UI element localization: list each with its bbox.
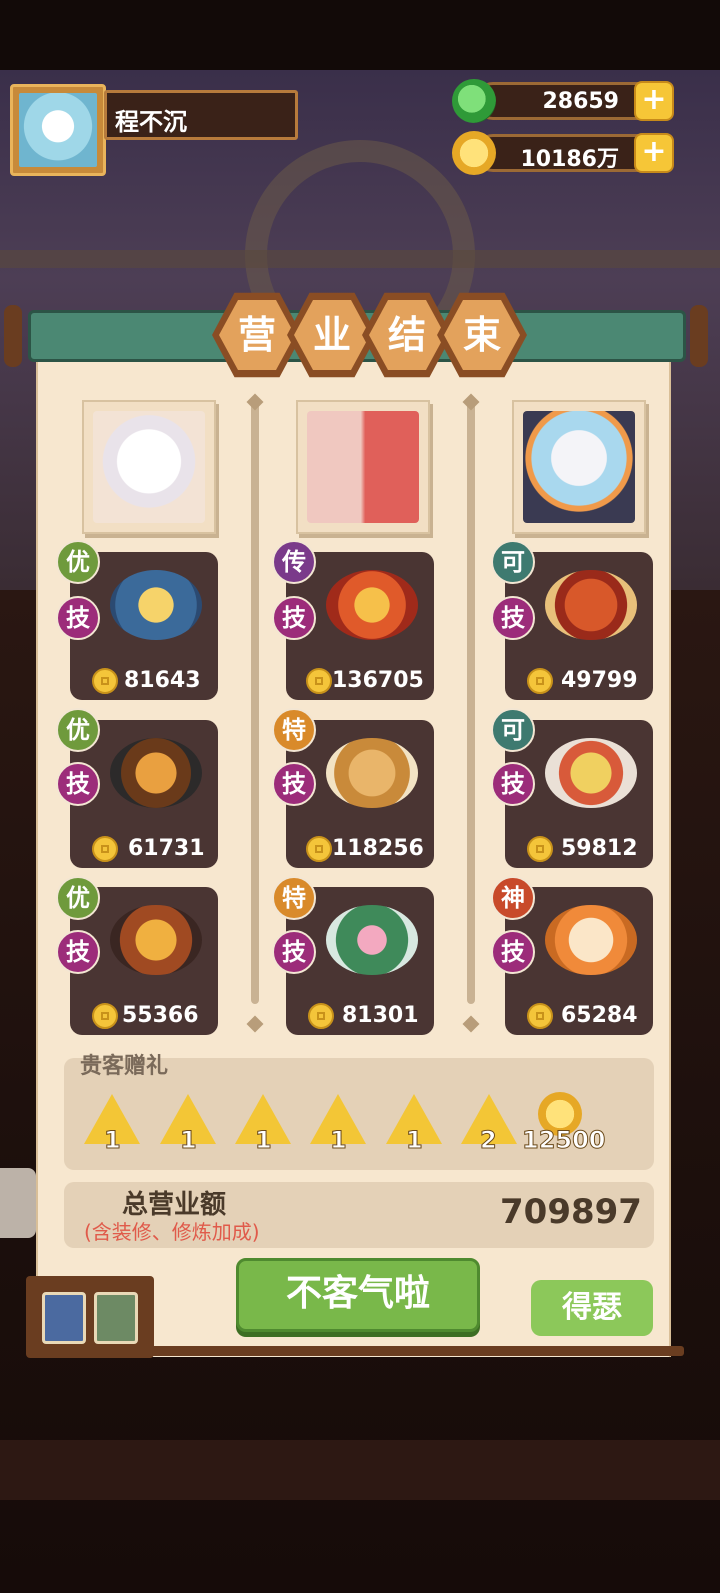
burger-fries-dish-icon [110, 738, 202, 808]
gold-value: 10186万 [520, 147, 619, 172]
grade-badge: 特 [272, 876, 316, 920]
skill-badge: 技 [491, 930, 535, 974]
player-avatar[interactable] [10, 84, 106, 176]
gift-count: 1 [104, 1126, 122, 1155]
floor-band [0, 1440, 720, 1500]
coin-icon [306, 668, 332, 694]
panda-chef-avatar-icon [19, 93, 97, 167]
coin-icon [92, 668, 118, 694]
fried-fish-dish-icon [110, 905, 202, 975]
dish-price: 136705 [332, 668, 424, 693]
coin-icon [92, 1003, 118, 1029]
white-cat-chef-portrait [93, 411, 205, 523]
skill-badge: 技 [272, 596, 316, 640]
grade-badge: 特 [272, 708, 316, 752]
coin-icon [527, 1003, 553, 1029]
dish-price: 81301 [342, 1003, 419, 1028]
grade-badge: 可 [491, 540, 535, 584]
total-revenue-value: 709897 [500, 1192, 642, 1232]
chef-portrait-frame[interactable] [512, 400, 646, 534]
chef-portrait-frame[interactable] [296, 400, 430, 534]
total-revenue-note: (含装修、修炼加成) [84, 1220, 260, 1244]
mushroom-soup-dish-icon [326, 738, 418, 808]
twin-girls-chef-portrait [307, 411, 419, 523]
braised-crab-dish-icon [545, 570, 637, 640]
coin-icon [92, 836, 118, 862]
dish-price: 65284 [561, 1003, 638, 1028]
player-name: 程不沉 [115, 108, 187, 136]
chef-portrait-frame[interactable] [82, 400, 216, 534]
coin-icon [308, 1003, 334, 1029]
dish-price: 118256 [332, 836, 424, 861]
skill-badge: 技 [272, 762, 316, 806]
scroll-left-cap [4, 305, 22, 367]
skill-badge: 技 [272, 930, 316, 974]
scroll-right-cap [690, 305, 708, 367]
dish-price: 49799 [561, 668, 638, 693]
skill-badge: 技 [56, 596, 100, 640]
gift-count: 2 [480, 1126, 498, 1155]
decor-beam [0, 250, 720, 268]
tool-slot-green-icon[interactable] [94, 1292, 138, 1344]
white-hair-boy-chef-portrait [523, 411, 635, 523]
festival-hotpot-dish-icon [326, 570, 418, 640]
grade-badge: 传 [272, 540, 316, 584]
column-divider [467, 396, 475, 1004]
coin-icon [306, 836, 332, 862]
gold-coin-icon [452, 131, 496, 175]
add-jade-button[interactable]: + [634, 81, 674, 121]
player-name-plate: 程不沉 [104, 90, 298, 140]
brag-button[interactable]: 得瑟 [531, 1280, 653, 1336]
gift-count: 1 [180, 1126, 198, 1155]
top-bar-background [0, 0, 720, 70]
dish-price: 81643 [124, 668, 201, 693]
coin-icon [527, 836, 553, 862]
left-side-tab[interactable] [0, 1168, 36, 1238]
grade-badge: 可 [491, 708, 535, 752]
column-divider [251, 396, 259, 1004]
gift-coin-count: 12500 [522, 1126, 606, 1155]
vip-gift-label: 贵客赠礼 [80, 1054, 169, 1079]
dish-price: 59812 [561, 836, 638, 861]
dish-price: 61731 [128, 836, 205, 861]
grade-badge: 神 [491, 876, 535, 920]
grade-badge: 优 [56, 708, 100, 752]
grade-badge: 优 [56, 540, 100, 584]
dish-price: 55366 [122, 1003, 199, 1028]
skill-badge: 技 [56, 762, 100, 806]
add-gold-button[interactable]: + [634, 133, 674, 173]
jade-coin-icon [452, 79, 496, 123]
gift-count: 1 [406, 1126, 424, 1155]
shrimp-rice-dish-icon [545, 905, 637, 975]
confirm-button[interactable]: 不客气啦 [236, 1258, 480, 1332]
grade-badge: 优 [56, 876, 100, 920]
lotus-jelly-dish-icon [326, 905, 418, 975]
jade-value: 28659 [542, 89, 619, 114]
coin-icon [527, 668, 553, 694]
curry-bowl-dish-icon [545, 738, 637, 808]
tool-slot-blue-icon[interactable] [42, 1292, 86, 1344]
gift-count: 1 [255, 1126, 273, 1155]
skill-badge: 技 [56, 930, 100, 974]
hotpot-dish-icon [110, 570, 202, 640]
skill-badge: 技 [491, 596, 535, 640]
skill-badge: 技 [491, 762, 535, 806]
gift-count: 1 [330, 1126, 348, 1155]
